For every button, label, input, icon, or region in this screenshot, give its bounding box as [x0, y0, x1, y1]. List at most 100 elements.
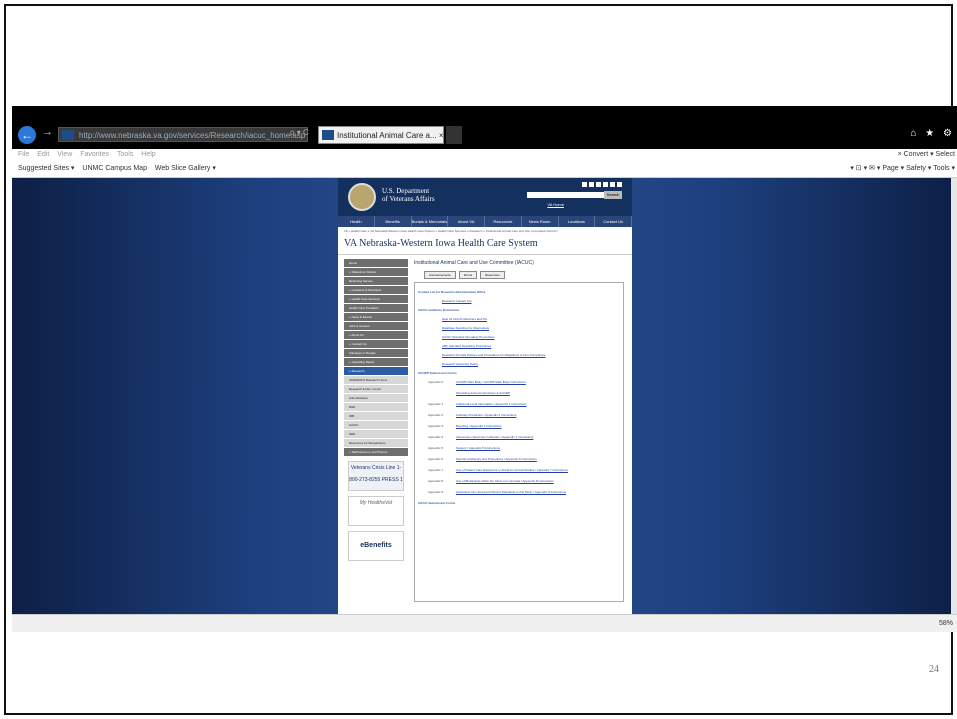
- acorp-row: Appendix 2 Antibody Production / Appendix…: [428, 413, 620, 417]
- section-heading-submission: IACUC Submission Forms: [418, 501, 456, 505]
- nav-locations[interactable]: Locations: [559, 216, 596, 227]
- acorp-form-link[interactable]: Additional Local Information / Appendix …: [456, 402, 527, 406]
- sidebar-item[interactable]: IRB: [344, 412, 408, 420]
- left-sidebar: Home + Patients & Visitors Returning Servi…: [344, 259, 408, 561]
- acorp-row: Shredding Animal Instructions & ACORP: [428, 391, 620, 395]
- fav-unmc-campus-map[interactable]: UNMC Campus Map: [82, 165, 147, 172]
- acorp-form-link[interactable]: Special Husbandry and Procedures / Appen…: [456, 457, 537, 461]
- sidebar-item[interactable]: VANWIHCS Research Home: [344, 376, 408, 384]
- section-heading-guidance: IACUC Guidance Documents: [418, 308, 460, 312]
- sidebar-item[interactable]: IACUC: [344, 421, 408, 429]
- appendix-label: Appendix 5: [428, 446, 444, 450]
- page-title: Institutional Animal Care and Use Commit…: [414, 260, 534, 266]
- address-bar[interactable]: http://www.nebraska.va.gov/services/Rese…: [58, 127, 308, 142]
- fav-web-slice-gallery[interactable]: Web Slice Gallery ▾: [155, 165, 216, 172]
- menu-edit[interactable]: Edit: [37, 151, 49, 158]
- appendix-label: Appendix 8: [428, 479, 444, 483]
- appendix-label: Appendix A: [428, 380, 444, 384]
- favorites-bar: Suggested Sites ▾ UNMC Campus Map Web Sl…: [12, 161, 957, 178]
- menu-view[interactable]: View: [57, 151, 72, 158]
- nav-health[interactable]: Health: [338, 216, 375, 227]
- slide-number: 24: [929, 664, 939, 675]
- content-tabs: Announcements Forms Resources: [424, 271, 624, 279]
- sidebar-item[interactable]: SRS: [344, 430, 408, 438]
- sidebar-item[interactable]: + Locations & Directions: [344, 286, 408, 294]
- crisis-line-promo[interactable]: Veterans Crisis Line 1-800-273-8255 PRES…: [348, 461, 404, 491]
- sidebar-item[interactable]: + Contact Us: [344, 340, 408, 348]
- menu-favorites[interactable]: Favorites: [80, 151, 109, 158]
- nav-benefits[interactable]: Benefits: [375, 216, 412, 227]
- sidebar-item[interactable]: Jobs & Careers: [344, 322, 408, 330]
- slide: ← → http://www.nebraska.va.gov/services/…: [4, 4, 957, 715]
- sidebar-item[interactable]: + Health Care Services: [344, 295, 408, 303]
- sidebar-item[interactable]: Research & Dev. Comm.: [344, 385, 408, 393]
- acorp-form-link[interactable]: Antibody Production / Appendix 2 Instruc…: [456, 413, 516, 417]
- guidance-link[interactable]: Research Animals Policies and Procedures…: [442, 353, 620, 357]
- appendix-label: Appendix 2: [428, 413, 444, 417]
- guidance-link[interactable]: ARF Standard Operating Procedures: [442, 344, 620, 348]
- vertical-scrollbar[interactable]: [951, 178, 957, 615]
- sidebar-item[interactable]: R&D: [344, 403, 408, 411]
- sidebar-item[interactable]: Health Care Providers: [344, 304, 408, 312]
- acorp-form-link[interactable]: Intervention Specimen Collection / Appen…: [456, 435, 533, 439]
- acorp-form-link[interactable]: Surgery / Appendix 5 Instructions: [456, 446, 500, 450]
- guidance-link[interactable]: Help for IACUC Members and PIs: [442, 317, 620, 321]
- guidance-link[interactable]: Research Veterinary Policy: [442, 362, 620, 366]
- acorp-form-link[interactable]: Use of Biohazards within the Clinic or i…: [456, 479, 554, 483]
- sidebar-item[interactable]: Volunteer or Donate: [344, 349, 408, 357]
- tab-resources[interactable]: Resources: [480, 271, 505, 279]
- menu-file[interactable]: File: [18, 151, 29, 158]
- new-tab-button[interactable]: [446, 126, 462, 144]
- address-controls[interactable]: ρ ▾ C: [290, 128, 309, 137]
- home-favorites-settings-icons[interactable]: ⌂ ★ ⚙: [910, 128, 955, 139]
- status-bar: 58%: [12, 614, 957, 632]
- forward-button[interactable]: →: [42, 126, 53, 138]
- sidebar-item[interactable]: + Research: [344, 367, 408, 375]
- breadcrumb[interactable]: VA » Health Care » VA Nebraska-Western I…: [338, 227, 632, 235]
- sidebar-item[interactable]: + Patients & Visitors: [344, 268, 408, 276]
- va-header: U.S. Department of Veterans Affairs Sear…: [338, 178, 632, 216]
- tab-announcements[interactable]: Announcements: [424, 271, 456, 279]
- text-size-icons[interactable]: [582, 182, 622, 187]
- browser-tab[interactable]: Institutional Animal Care a... ×: [318, 126, 444, 144]
- acorp-form-link[interactable]: ACORP Main Body / ACORP Main Body Instru…: [456, 380, 526, 384]
- fav-suggested-sites[interactable]: Suggested Sites ▾: [18, 165, 74, 172]
- sidebar-item[interactable]: Returning Service: [344, 277, 408, 285]
- my-healthevet-promo[interactable]: My HealtheVet: [348, 496, 404, 526]
- nav-contact[interactable]: Contact Us: [595, 216, 632, 227]
- menu-tools[interactable]: Tools: [117, 151, 133, 158]
- sidebar-item[interactable]: Home: [344, 259, 408, 267]
- ebenefits-promo[interactable]: eBenefits: [348, 531, 404, 561]
- page-body: Home + Patients & Visitors Returning Servi…: [338, 255, 632, 615]
- va-search-button[interactable]: Search: [604, 191, 622, 199]
- sidebar-item[interactable]: + News & Events: [344, 313, 408, 321]
- acorp-form-link[interactable]: Breeding / Appendix 3 Instructions: [456, 424, 502, 428]
- zoom-level[interactable]: 58%: [939, 615, 953, 632]
- sidebar-item[interactable]: + About Us: [344, 331, 408, 339]
- menu-help[interactable]: Help: [141, 151, 155, 158]
- va-dept-name: U.S. Department of Veterans Affairs: [382, 187, 435, 203]
- acorp-form-link[interactable]: Use of Patient Care Equipment or Areas f…: [456, 468, 568, 472]
- back-button[interactable]: ←: [18, 126, 36, 144]
- nav-news[interactable]: News Room: [522, 216, 559, 227]
- nav-burials[interactable]: Burials & Memorials: [412, 216, 449, 227]
- research-contact-list-link[interactable]: Research Contact List: [442, 299, 620, 303]
- sidebar-item[interactable]: + Operating Status: [344, 358, 408, 366]
- sidebar-item[interactable]: Resources for Researchers: [344, 439, 408, 447]
- guidance-link[interactable]: Database Searches for Alternatives: [442, 326, 620, 330]
- acorp-form-link[interactable]: Hazardous Non-Food and Wound Standards i…: [456, 490, 566, 494]
- va-top-nav: Health Benefits Burials & Memorials Abou…: [338, 216, 632, 227]
- acorp-form-link[interactable]: Shredding Animal Instructions & ACORP: [456, 391, 510, 395]
- nav-resources[interactable]: Resources: [485, 216, 522, 227]
- command-bar[interactable]: ▾ ⊡ ▾ ✉ ▾ Page ▾ Safety ▾ Tools ▾: [850, 161, 955, 177]
- convert-select-toolbar[interactable]: × Convert ▾ Select: [898, 149, 955, 161]
- guidance-link[interactable]: IACUC Standard Operating Procedures: [442, 335, 620, 339]
- forms-panel: Contact List for Research Administrative…: [414, 282, 624, 602]
- browser-titlebar: ← → http://www.nebraska.va.gov/services/…: [12, 106, 957, 149]
- tab-forms[interactable]: Forms: [458, 271, 478, 279]
- acorp-row: Appendix 1 Additional Local Information /…: [428, 402, 620, 406]
- sidebar-item[interactable]: Administration: [344, 394, 408, 402]
- nav-about[interactable]: About VA: [448, 216, 485, 227]
- sidebar-item[interactable]: + Staff Directory and Phones: [344, 448, 408, 456]
- va-home-link[interactable]: VA Home: [547, 202, 564, 207]
